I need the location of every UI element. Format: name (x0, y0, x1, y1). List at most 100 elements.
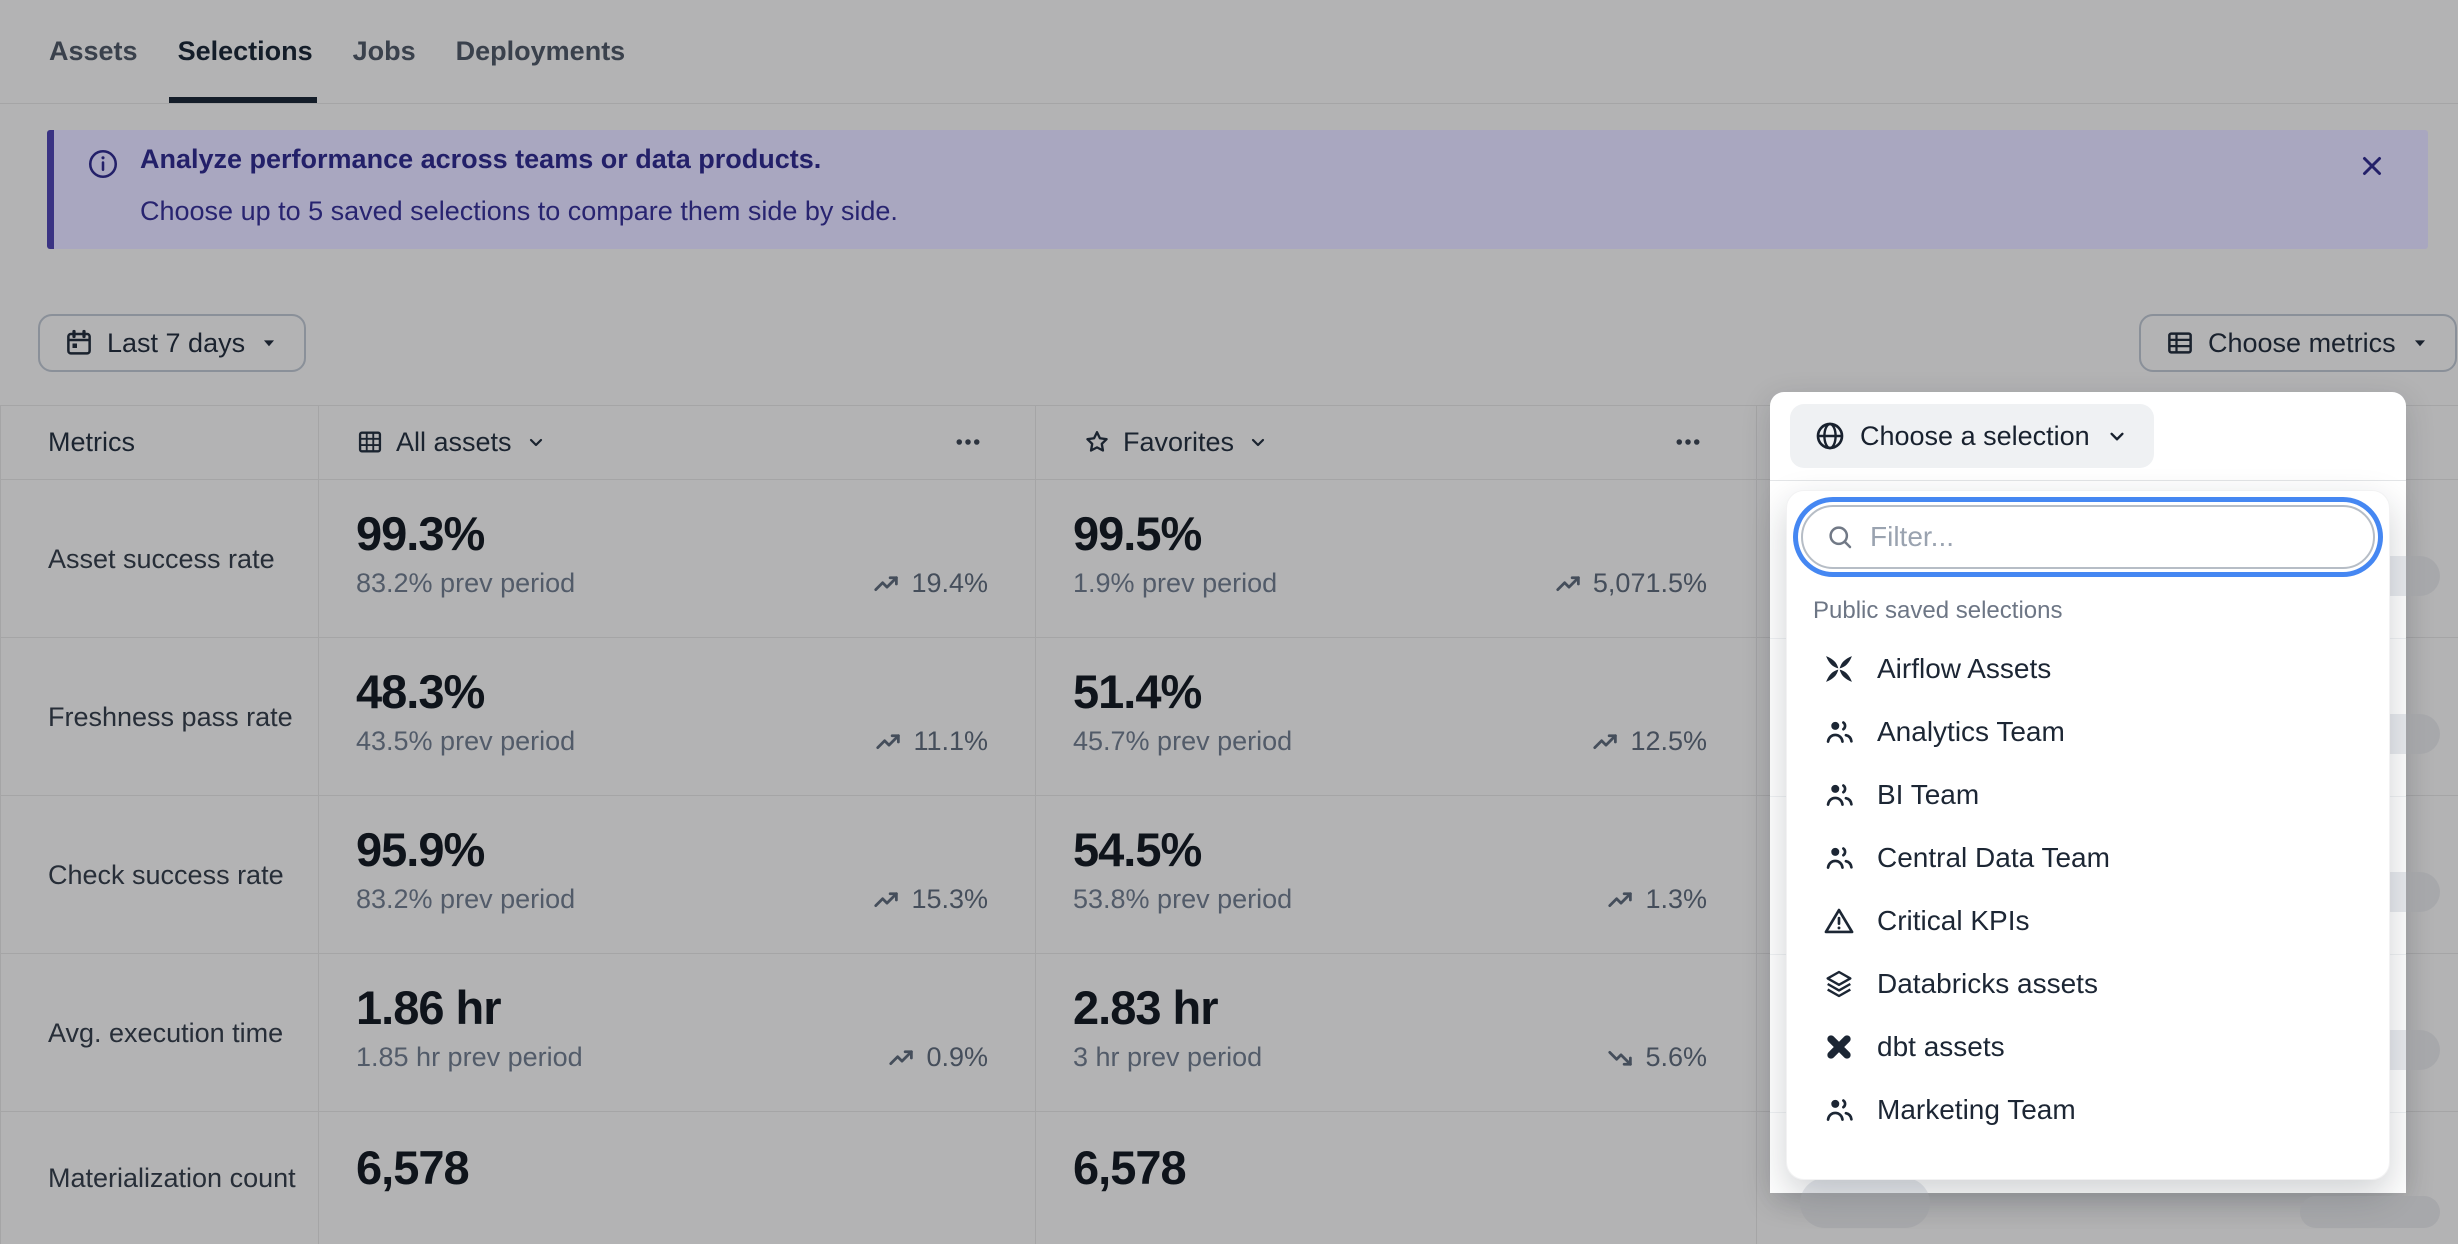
selection-item-central-data-team[interactable]: Central Data Team (1787, 826, 2389, 889)
cell-value: 99.5% (1073, 506, 1201, 561)
banner-subtitle: Choose up to 5 saved selections to compa… (140, 196, 898, 227)
date-range-button[interactable]: Last 7 days (38, 314, 306, 372)
trend-up-icon (887, 1043, 917, 1073)
chevron-down-icon (1246, 430, 1270, 454)
prev-period-value: 53.8% prev period (1073, 884, 1292, 915)
skeleton-pill (2300, 1196, 2440, 1228)
search-icon (1825, 522, 1855, 552)
choose-metrics-button[interactable]: Choose metrics (2139, 314, 2457, 372)
skeleton-pill (1800, 1178, 1930, 1228)
trend: 19.4% (872, 568, 988, 599)
caret-down-icon (258, 332, 280, 354)
metric-name: Asset success rate (48, 480, 298, 638)
selection-item-airflow-assets[interactable]: Airflow Assets (1787, 637, 2389, 700)
nav-divider (0, 103, 2458, 104)
trend-value: 15.3% (911, 884, 988, 915)
trend: 0.9% (887, 1042, 988, 1073)
selection-item-databricks-assets[interactable]: Databricks assets (1787, 952, 2389, 1015)
cell-value: 48.3% (356, 664, 484, 719)
people-icon (1823, 779, 1855, 811)
trend-value: 12.5% (1630, 726, 1707, 757)
selection-item-label: Analytics Team (1877, 716, 2065, 748)
cell-value: 51.4% (1073, 664, 1201, 719)
globe-icon (1814, 420, 1846, 452)
metrics-header: Metrics (48, 405, 135, 479)
trend-up-icon (872, 569, 902, 599)
layers-icon (1823, 968, 1855, 1000)
cell-subrow: 53.8% prev period 1.3% (1073, 884, 1707, 915)
metric-name: Freshness pass rate (48, 638, 298, 796)
trend-up-icon (874, 727, 904, 757)
trend-up-icon (1554, 569, 1584, 599)
cell-subrow: 1.9% prev period 5,071.5% (1073, 568, 1707, 599)
selection-item-critical-kpis[interactable]: Critical KPIs (1787, 889, 2389, 952)
tab-jobs[interactable]: Jobs (351, 30, 418, 97)
selection-item-marketing-team[interactable]: Marketing Team (1787, 1078, 2389, 1141)
trend-up-icon (1591, 727, 1621, 757)
choose-selection-label: Choose a selection (1860, 421, 2090, 452)
filter-field (1801, 505, 2375, 569)
cell-value: 95.9% (356, 822, 484, 877)
column-menu-icon[interactable] (1666, 422, 1710, 462)
people-icon (1823, 716, 1855, 748)
tab-deployments[interactable]: Deployments (454, 30, 628, 97)
prev-period-value: 1.85 hr prev period (356, 1042, 583, 1073)
banner-title: Analyze performance across teams or data… (140, 144, 821, 175)
selection-item-label: Airflow Assets (1877, 653, 2051, 685)
prev-period-value: 3 hr prev period (1073, 1042, 1262, 1073)
trend-up-icon (872, 885, 902, 915)
chevron-down-icon (524, 430, 548, 454)
people-icon (1823, 1094, 1855, 1126)
cell-value: 2.83 hr (1073, 980, 1218, 1035)
metric-name: Materialization count (48, 1112, 298, 1244)
info-banner: Analyze performance across teams or data… (47, 130, 2428, 249)
top-nav: Assets Selections Jobs Deployments (47, 30, 627, 97)
metric-name: Avg. execution time (48, 954, 298, 1112)
star-icon (1083, 428, 1111, 456)
section-label: Public saved selections (1813, 597, 2062, 625)
table-border (318, 405, 319, 1244)
prev-period-value: 45.7% prev period (1073, 726, 1292, 757)
active-tab-underline (169, 97, 317, 103)
table-border (0, 405, 1, 1244)
caret-down-icon (2409, 332, 2431, 354)
column-header-all-assets[interactable]: All assets (356, 405, 548, 479)
trend: 5.6% (1606, 1042, 1707, 1073)
trend: 5,071.5% (1554, 568, 1707, 599)
close-icon[interactable] (2352, 146, 2392, 186)
tab-assets[interactable]: Assets (47, 30, 140, 97)
cell-subrow: 43.5% prev period 11.1% (356, 726, 988, 757)
cell-value: 6,578 (1073, 1140, 1186, 1195)
selection-item-dbt-assets[interactable]: dbt assets (1787, 1015, 2389, 1078)
column-header-favorites[interactable]: Favorites (1083, 405, 1270, 479)
cell-subrow: 45.7% prev period 12.5% (1073, 726, 1707, 757)
cell-subrow: 83.2% prev period 19.4% (356, 568, 988, 599)
date-range-label: Last 7 days (107, 328, 245, 359)
table-border (1035, 405, 1036, 1244)
selection-item-label: Marketing Team (1877, 1094, 2076, 1126)
cell-subrow: 1.85 hr prev period 0.9% (356, 1042, 988, 1073)
prev-period-value: 43.5% prev period (356, 726, 575, 757)
column-label: Favorites (1123, 427, 1234, 458)
airflow-icon (1823, 653, 1855, 685)
choose-selection-trigger[interactable]: Choose a selection (1790, 404, 2154, 468)
trend-value: 0.9% (926, 1042, 988, 1073)
trend-up-icon (1606, 885, 1636, 915)
table-grid-icon (356, 428, 384, 456)
selection-item-label: BI Team (1877, 779, 1979, 811)
tab-selections[interactable]: Selections (176, 30, 315, 97)
selection-item-bi-team[interactable]: BI Team (1787, 763, 2389, 826)
trend-value: 5,071.5% (1593, 568, 1707, 599)
selection-item-label: Databricks assets (1877, 968, 2098, 1000)
trend-value: 11.1% (913, 726, 988, 757)
selection-item-label: dbt assets (1877, 1031, 2005, 1063)
selection-item-analytics-team[interactable]: Analytics Team (1787, 700, 2389, 763)
trend: 1.3% (1606, 884, 1707, 915)
chevron-down-icon (2104, 423, 2130, 449)
filter-input[interactable] (1870, 521, 2351, 553)
info-icon (86, 147, 120, 181)
cell-value: 1.86 hr (356, 980, 501, 1035)
column-menu-icon[interactable] (946, 422, 990, 462)
trend: 15.3% (872, 884, 988, 915)
trend-value: 5.6% (1645, 1042, 1707, 1073)
